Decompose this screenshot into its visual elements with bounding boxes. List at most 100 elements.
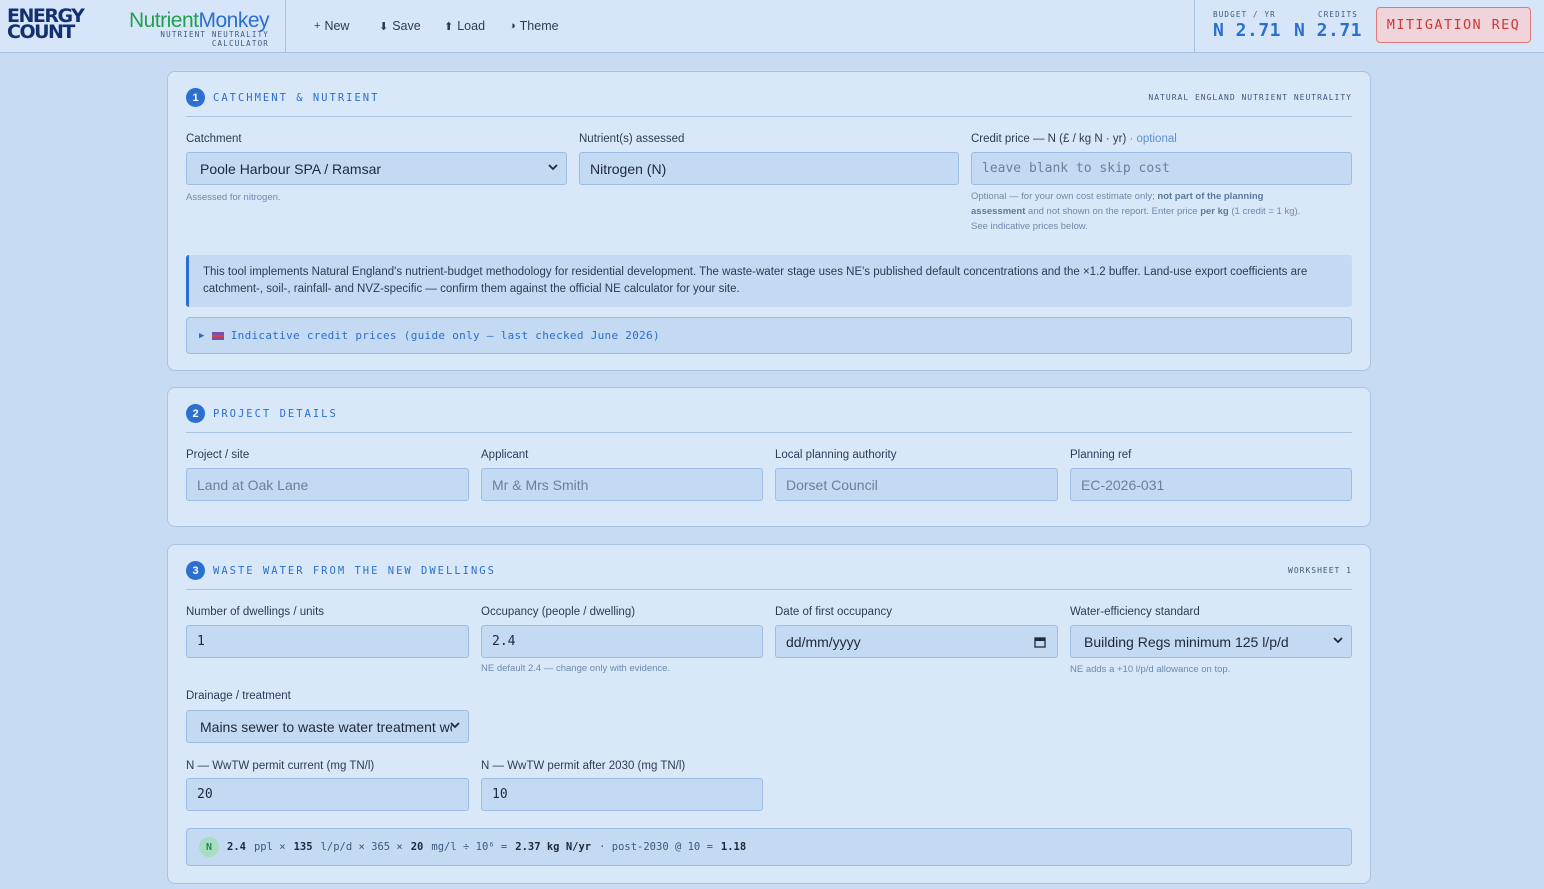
app-name-part-1: Nutrient (128, 9, 199, 32)
formula-post-2030-value: 1.18 (720, 841, 747, 853)
budget-value: N 2.71 (1213, 20, 1282, 41)
formula-text: mg/l ÷ 10⁶ = (431, 841, 508, 853)
project-label: Project / site (186, 449, 250, 461)
credit-price-hint-text: not part of the planning (1157, 191, 1264, 202)
optional-tag: · optional (1129, 133, 1177, 145)
water-efficiency-select[interactable]: Building Regs minimum 125 l/p/d (1070, 625, 1352, 658)
permit-2030-label: N — WwTW permit after 2030 (mg TN/l) (481, 760, 686, 772)
section-project-details: 2 PROJECT DETAILS Project / site Land at… (167, 387, 1371, 527)
flag-icon (211, 331, 224, 340)
upload-icon: ⬆ (444, 20, 454, 33)
step-number: 3 (186, 561, 205, 580)
dwellings-input[interactable]: 1 (186, 625, 469, 658)
plus-icon: + (314, 20, 321, 32)
formula-text: · post-2030 @ 10 = (599, 841, 713, 853)
dwellings-value: 1 (197, 634, 205, 649)
credit-price-placeholder: leave blank to skip cost (982, 161, 1170, 176)
chevron-down-icon (548, 164, 558, 171)
water-efficiency-label: Water-efficiency standard (1070, 606, 1200, 618)
status-badge: MITIGATION REQ (1376, 7, 1531, 43)
credit-price-hint-text: and not shown on the report. Enter price (1028, 206, 1198, 217)
app-name-part-2: Monkey (198, 9, 269, 32)
theme-button[interactable]: ◑ Theme (509, 17, 559, 35)
applicant-label: Applicant (481, 449, 529, 461)
chevron-down-icon (1333, 637, 1343, 644)
methodology-note: This tool implements Natural England's n… (186, 255, 1352, 307)
permit-2030-value: 10 (492, 787, 508, 802)
permit-current-value: 20 (197, 787, 213, 802)
credit-price-hint: Optional — for your own cost estimate on… (971, 189, 1352, 234)
planning-ref-input[interactable]: EC-2026-031 (1070, 468, 1352, 501)
permit-current-label: N — WwTW permit current (mg TN/l) (186, 760, 375, 772)
credits-label: CREDITS (1318, 10, 1359, 19)
wastewater-formula: N 2.4 ppl × 135 l/p/d × 365 × 20 mg/l ÷ … (186, 828, 1352, 866)
formula-concentration: 20 (410, 841, 424, 853)
nutrient-label: Nutrient(s) assessed (579, 133, 685, 145)
calendar-icon[interactable] (1034, 636, 1046, 648)
new-button[interactable]: + New (314, 17, 349, 35)
credit-price-hint-text: Optional — for your own cost estimate on… (971, 191, 1155, 202)
drainage-value: Mains sewer to waste water treatment wor… (200, 718, 452, 735)
occupancy-hint: NE default 2.4 — change only with eviden… (481, 663, 671, 674)
section-header: 3 WASTE WATER FROM THE NEW DWELLINGS WOR… (186, 560, 1352, 590)
catchment-value: Poole Harbour SPA / Ramsar (200, 160, 382, 177)
date-label: Date of first occupancy (775, 606, 892, 618)
theme-label: Theme (519, 19, 559, 33)
planning-ref-placeholder: EC-2026-031 (1081, 476, 1165, 493)
triangle-right-icon: ▶ (199, 330, 205, 341)
section-title: CATCHMENT & NUTRIENT (213, 92, 380, 104)
planning-ref-label: Planning ref (1070, 449, 1132, 461)
save-button[interactable]: ⬇ Save (379, 17, 421, 35)
section-header: 2 PROJECT DETAILS (186, 403, 1352, 433)
nutrient-value: Nitrogen (N) (590, 160, 667, 177)
load-button[interactable]: ⬆ Load (444, 17, 485, 35)
project-input[interactable]: Land at Oak Lane (186, 468, 469, 501)
section-tag: NATURAL ENGLAND NUTRIENT NEUTRALITY (1148, 93, 1352, 102)
water-efficiency-hint: NE adds a +10 l/p/d allowance on top. (1070, 664, 1231, 675)
step-number: 2 (186, 404, 205, 423)
credit-price-label-text: Credit price — N (£ / kg N · yr) (971, 133, 1127, 145)
applicant-placeholder: Mr & Mrs Smith (492, 476, 589, 493)
dwellings-label: Number of dwellings / units (186, 606, 325, 618)
nutrient-field[interactable]: Nitrogen (N) (579, 152, 959, 185)
formula-people: 2.4 (227, 841, 246, 853)
toolbar-divider (285, 0, 286, 53)
project-placeholder: Land at Oak Lane (197, 476, 309, 493)
nitrogen-badge: N (199, 837, 219, 857)
credit-price-label: Credit price — N (£ / kg N · yr) · optio… (971, 133, 1177, 145)
occupancy-value: 2.4 (492, 634, 516, 649)
lpa-label: Local planning authority (775, 449, 897, 461)
occupancy-input[interactable]: 2.4 (481, 625, 763, 658)
formula-text: ppl × (253, 841, 286, 853)
formula-result: 2.37 kg N/yr (515, 841, 592, 853)
app-tagline: NUTRIENT NEUTRALITY CALCULATOR (160, 30, 269, 48)
section-header: 1 CATCHMENT & NUTRIENT NATURAL ENGLAND N… (186, 87, 1352, 117)
credit-price-hint-text: See indicative prices below. (971, 221, 1088, 232)
formula-text: l/p/d × 365 × (320, 841, 403, 853)
credit-price-hint-text: per kg (1200, 206, 1229, 217)
credit-prices-disclosure[interactable]: ▶ Indicative credit prices (guide only —… (186, 317, 1352, 354)
energy-count-logo[interactable]: ENERGY COUNT (7, 7, 89, 42)
date-placeholder: dd/mm/yyyy (786, 633, 861, 650)
date-input[interactable]: dd/mm/yyyy (775, 625, 1058, 658)
section-catchment: 1 CATCHMENT & NUTRIENT NATURAL ENGLAND N… (167, 71, 1371, 371)
save-label: Save (392, 19, 421, 33)
top-bar: ENERGY COUNT NutrientMonkey NUTRIENT NEU… (0, 0, 1544, 53)
budget-label: BUDGET / YR (1213, 10, 1276, 19)
new-label: New (324, 19, 350, 33)
lpa-input[interactable]: Dorset Council (775, 468, 1058, 501)
catchment-select[interactable]: Poole Harbour SPA / Ramsar (186, 152, 567, 185)
catchment-label: Catchment (186, 133, 242, 145)
chevron-down-icon (450, 722, 460, 729)
half-circle-icon: ◑ (509, 20, 516, 32)
applicant-input[interactable]: Mr & Mrs Smith (481, 468, 763, 501)
credits-value: N 2.71 (1294, 20, 1363, 41)
stats-divider (1194, 0, 1195, 53)
credit-prices-summary: Indicative credit prices (guide only — l… (230, 329, 660, 342)
permit-2030-input[interactable]: 10 (481, 778, 763, 811)
permit-current-input[interactable]: 20 (186, 778, 469, 811)
credit-price-input[interactable]: leave blank to skip cost (971, 152, 1352, 185)
credit-price-hint-text: (1 credit = 1 kg). (1231, 206, 1301, 217)
drainage-label: Drainage / treatment (186, 690, 291, 702)
drainage-select[interactable]: Mains sewer to waste water treatment wor… (186, 710, 469, 743)
